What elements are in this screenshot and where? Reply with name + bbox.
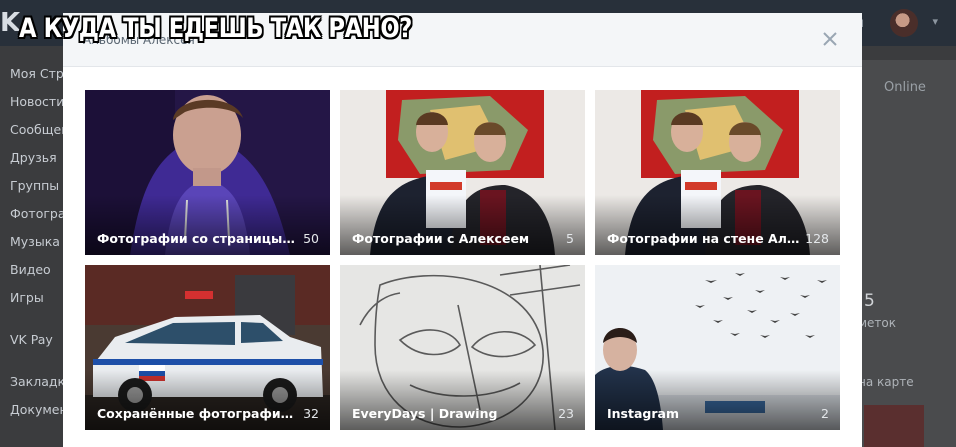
caption-gradient — [85, 195, 330, 255]
photo-thumbnail[interactable] — [864, 405, 924, 447]
album-title: Instagram — [607, 406, 679, 421]
album-card-instagram[interactable]: Instagram 2 — [595, 265, 840, 430]
sidebar-item-bookmarks[interactable]: Закладки — [10, 368, 66, 396]
sidebar-item-photos[interactable]: Фотографии — [10, 200, 66, 228]
sidebar-item-video[interactable]: Видео — [10, 256, 66, 284]
sidebar-item-vkpay[interactable]: VK Pay — [10, 326, 66, 354]
caption-gradient — [85, 370, 330, 430]
sidebar-item-my-page[interactable]: Моя Страница — [10, 60, 66, 88]
tags-count[interactable]: 5 — [864, 291, 875, 311]
meme-caption: А КУДА ТЫ ЕДЕШЬ ТАК РАНО? — [19, 13, 412, 44]
sidebar-item-news[interactable]: Новости — [10, 88, 66, 116]
sidebar-item-documents[interactable]: Документы — [10, 396, 66, 424]
albums-modal: Альбомы Алексея Фотографии со страницы А… — [63, 13, 862, 447]
album-photo-count: 128 — [805, 231, 829, 246]
album-photo-count: 32 — [303, 406, 319, 421]
sidebar-item-messages[interactable]: Сообщения — [10, 116, 66, 144]
album-card-saved-photos[interactable]: Сохранённые фотографии Алексея 32 — [85, 265, 330, 430]
sidebar: Моя Страница Новости Сообщения Друзья Гр… — [10, 60, 66, 424]
caption-gradient — [340, 370, 585, 430]
caption-gradient — [595, 195, 840, 255]
tags-label: меток — [858, 316, 897, 330]
caption-gradient — [340, 195, 585, 255]
album-title: Сохранённые фотографии Алексея — [97, 406, 297, 421]
album-card-wall-photos[interactable]: Фотографии на стене Алексея 128 — [595, 90, 840, 255]
map-link[interactable]: на карте — [858, 375, 914, 389]
album-card-everydays-drawing[interactable]: EveryDays | Drawing 23 — [340, 265, 585, 430]
sidebar-item-friends[interactable]: Друзья — [10, 144, 66, 172]
chevron-down-icon[interactable]: ▾ — [932, 15, 938, 28]
album-photo-count: 23 — [558, 406, 574, 421]
album-title: EveryDays | Drawing — [352, 406, 498, 421]
sidebar-item-games[interactable]: Игры — [10, 284, 66, 312]
album-photo-count: 5 — [566, 231, 574, 246]
album-card-profile-photos[interactable]: Фотографии со страницы Алексея 50 — [85, 90, 330, 255]
vk-logo[interactable]: K — [0, 8, 20, 38]
close-icon[interactable] — [818, 27, 842, 51]
avatar[interactable] — [890, 9, 918, 37]
sidebar-item-groups[interactable]: Группы — [10, 172, 66, 200]
album-title: Фотографии со страницы Алексея — [97, 231, 297, 246]
album-photo-count: 2 — [821, 406, 829, 421]
album-photo-count: 50 — [303, 231, 319, 246]
online-status: Online — [884, 80, 926, 95]
album-title: Фотографии с Алексеем — [352, 231, 530, 246]
caption-gradient — [595, 370, 840, 430]
album-card-photos-with[interactable]: Фотографии с Алексеем 5 — [340, 90, 585, 255]
sidebar-item-music[interactable]: Музыка — [10, 228, 66, 256]
album-title: Фотографии на стене Алексея — [607, 231, 807, 246]
